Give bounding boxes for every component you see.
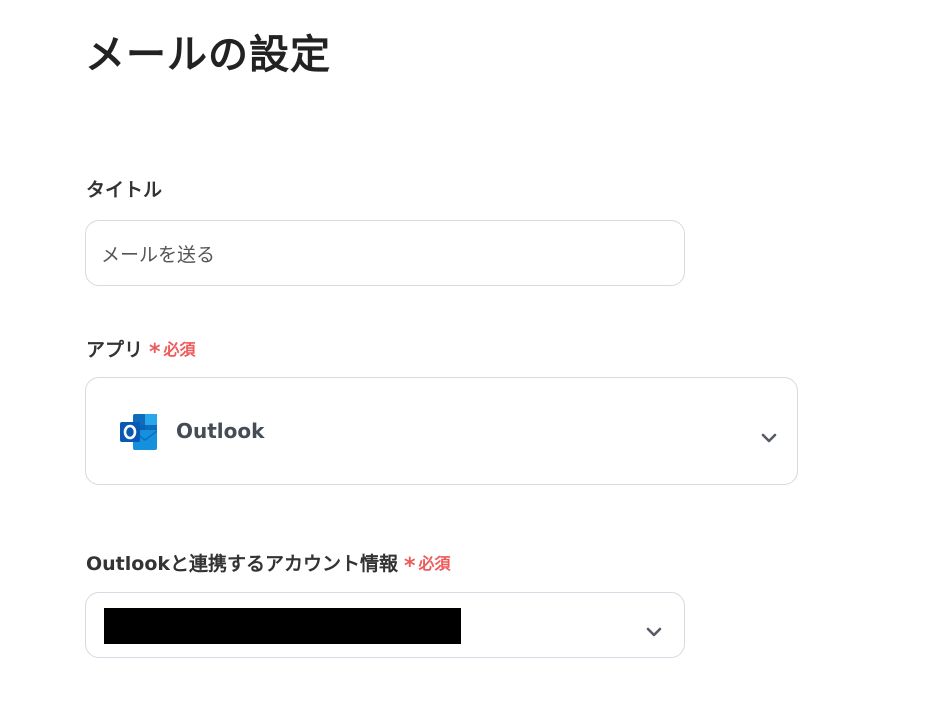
required-asterisk: *	[149, 340, 161, 365]
required-asterisk: *	[404, 554, 416, 579]
account-field-label: Outlookと連携するアカウント情報 * 必須	[86, 552, 451, 579]
app-label-text: アプリ	[86, 339, 144, 361]
required-text: 必須	[418, 554, 451, 573]
required-text: 必須	[163, 340, 196, 359]
redacted-account-value	[104, 608, 461, 644]
required-badge: * 必須	[149, 338, 196, 365]
chevron-down-icon	[646, 622, 662, 637]
chevron-down-icon	[761, 428, 777, 443]
title-input[interactable]	[85, 220, 685, 286]
account-label-text: Outlookと連携するアカウント情報	[86, 553, 399, 575]
app-select[interactable]: Outlook	[85, 377, 798, 485]
account-select[interactable]	[85, 592, 685, 658]
outlook-icon	[120, 414, 158, 450]
title-field-label: タイトル	[86, 178, 162, 202]
selected-app-name: Outlook	[176, 419, 265, 443]
required-badge: * 必須	[404, 552, 451, 579]
app-field-label: アプリ * 必須	[86, 338, 196, 365]
page-title: メールの設定	[85, 32, 331, 78]
title-label-text: タイトル	[86, 179, 163, 201]
